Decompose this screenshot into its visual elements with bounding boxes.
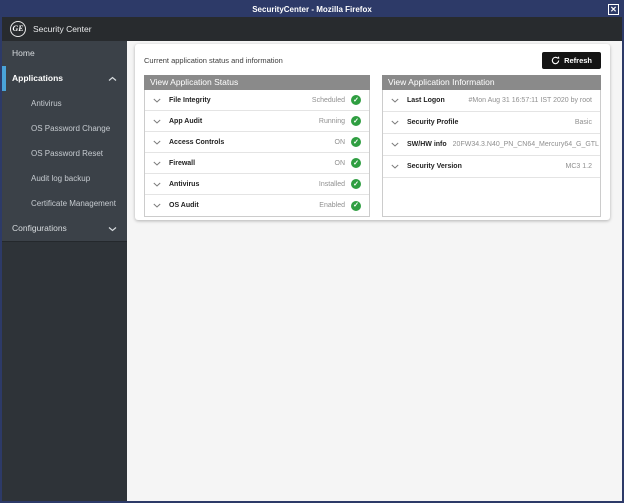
- status-row[interactable]: Access Controls ON ✓: [145, 132, 369, 153]
- status-value: Running: [318, 117, 345, 125]
- info-value: MC3 1.2: [565, 163, 592, 170]
- info-value: #Mon Aug 31 16:57:11 IST 2020 by root: [468, 97, 593, 104]
- status-value: Scheduled: [311, 96, 345, 104]
- sidebar-item-os-password-change[interactable]: OS Password Change: [2, 116, 127, 141]
- info-value: Basic: [574, 119, 592, 126]
- window-title: SecurityCenter - Mozilla Firefox: [252, 5, 372, 14]
- status-row[interactable]: App Audit Running ✓: [145, 111, 369, 132]
- sidebar-item-configurations[interactable]: Configurations: [2, 216, 127, 242]
- app-header: GE Security Center: [2, 17, 622, 41]
- status-label: File Integrity: [169, 96, 211, 104]
- info-label: Security Version: [407, 163, 462, 170]
- chevron-down-icon[interactable]: [153, 140, 161, 145]
- close-icon: ✕: [610, 4, 617, 14]
- sidebar-item-label: Applications: [12, 73, 64, 83]
- status-label: Access Controls: [169, 138, 225, 146]
- chevron-down-icon[interactable]: [153, 182, 161, 187]
- sidebar-nav: Home Applications Antivirus OS Password …: [2, 41, 127, 242]
- refresh-button[interactable]: Refresh: [542, 51, 601, 69]
- status-row[interactable]: Antivirus Installed ✓: [145, 174, 369, 195]
- status-card: Current application status and informati…: [135, 44, 610, 220]
- chevron-down-icon[interactable]: [391, 142, 399, 147]
- chevron-down-icon[interactable]: [391, 120, 399, 125]
- close-button[interactable]: ✕: [608, 4, 619, 15]
- info-panel-title: View Application Information: [382, 75, 601, 90]
- status-value: ON: [334, 138, 346, 146]
- ge-logo-text: GE: [12, 24, 24, 33]
- firefox-window: SecurityCenter - Mozilla Firefox ✕ GE Se…: [0, 0, 624, 503]
- info-label: Last Logon: [407, 97, 445, 104]
- panels-row: View Application Status File Integrity S…: [144, 75, 601, 217]
- status-value: ON: [334, 159, 346, 167]
- status-label: Firewall: [169, 159, 196, 167]
- sidebar-filler: [2, 242, 127, 501]
- status-value: Enabled: [319, 202, 345, 209]
- status-label: Antivirus: [169, 180, 200, 188]
- app-title: Security Center: [33, 24, 92, 34]
- success-check-icon: ✓: [351, 200, 361, 211]
- info-panel-body: Last Logon #Mon Aug 31 16:57:11 IST 2020…: [382, 90, 601, 217]
- success-check-icon: ✓: [351, 179, 361, 189]
- sidebar: Home Applications Antivirus OS Password …: [2, 41, 127, 501]
- success-check-icon: ✓: [351, 116, 361, 126]
- window-body: Home Applications Antivirus OS Password …: [2, 41, 622, 501]
- info-row[interactable]: Last Logon #Mon Aug 31 16:57:11 IST 2020…: [383, 90, 600, 112]
- sidebar-item-certificate-management[interactable]: Certificate Management: [2, 191, 127, 216]
- chevron-down-icon[interactable]: [153, 119, 161, 124]
- sidebar-item-os-password-reset[interactable]: OS Password Reset: [2, 141, 127, 166]
- chevron-down-icon[interactable]: [153, 203, 161, 208]
- info-row[interactable]: Security Version MC3 1.2: [383, 156, 600, 178]
- success-check-icon: ✓: [351, 95, 361, 105]
- status-panel-title: View Application Status: [144, 75, 370, 90]
- sidebar-item-audit-log-backup[interactable]: Audit log backup: [2, 166, 127, 191]
- chevron-down-icon[interactable]: [391, 98, 399, 103]
- sidebar-item-label: Configurations: [12, 223, 67, 233]
- status-value: Installed: [318, 180, 345, 188]
- chevron-down-icon[interactable]: [153, 98, 161, 103]
- info-value: 20FW34.3.N40_PN_CN64_Mercury64_G_GTL: [452, 141, 599, 148]
- success-check-icon: ✓: [351, 137, 361, 147]
- sidebar-item-applications[interactable]: Applications: [2, 66, 127, 91]
- status-label: App Audit: [169, 117, 203, 125]
- status-row[interactable]: OS Audit Enabled ✓: [145, 195, 369, 216]
- status-row[interactable]: File Integrity Scheduled ✓: [145, 90, 369, 111]
- sidebar-item-home[interactable]: Home: [2, 41, 127, 66]
- status-label: OS Audit: [169, 202, 199, 209]
- status-panel: View Application Status File Integrity S…: [144, 75, 370, 217]
- ge-logo-icon: GE: [10, 21, 26, 37]
- info-label: Security Profile: [407, 119, 459, 126]
- chevron-down-icon[interactable]: [153, 161, 161, 166]
- info-panel: View Application Information Last Logon …: [382, 75, 601, 217]
- success-check-icon: ✓: [351, 158, 361, 168]
- chevron-down-icon[interactable]: [391, 164, 399, 169]
- status-row[interactable]: Firewall ON ✓: [145, 153, 369, 174]
- main-content: Current application status and informati…: [127, 41, 622, 501]
- status-panel-body: File Integrity Scheduled ✓ App Audit Run…: [144, 90, 370, 217]
- info-row[interactable]: Security Profile Basic: [383, 112, 600, 134]
- window-titlebar[interactable]: SecurityCenter - Mozilla Firefox ✕: [2, 2, 622, 17]
- page-subtitle: Current application status and informati…: [144, 55, 283, 65]
- chevron-up-icon: [108, 76, 117, 82]
- refresh-icon: [551, 55, 560, 65]
- card-toolbar: Current application status and informati…: [144, 51, 601, 69]
- refresh-label: Refresh: [564, 55, 592, 65]
- info-row[interactable]: SW/HW info 20FW34.3.N40_PN_CN64_Mercury6…: [383, 134, 600, 156]
- info-label: SW/HW info: [407, 141, 447, 148]
- sidebar-item-antivirus[interactable]: Antivirus: [2, 91, 127, 116]
- chevron-down-icon: [108, 226, 117, 232]
